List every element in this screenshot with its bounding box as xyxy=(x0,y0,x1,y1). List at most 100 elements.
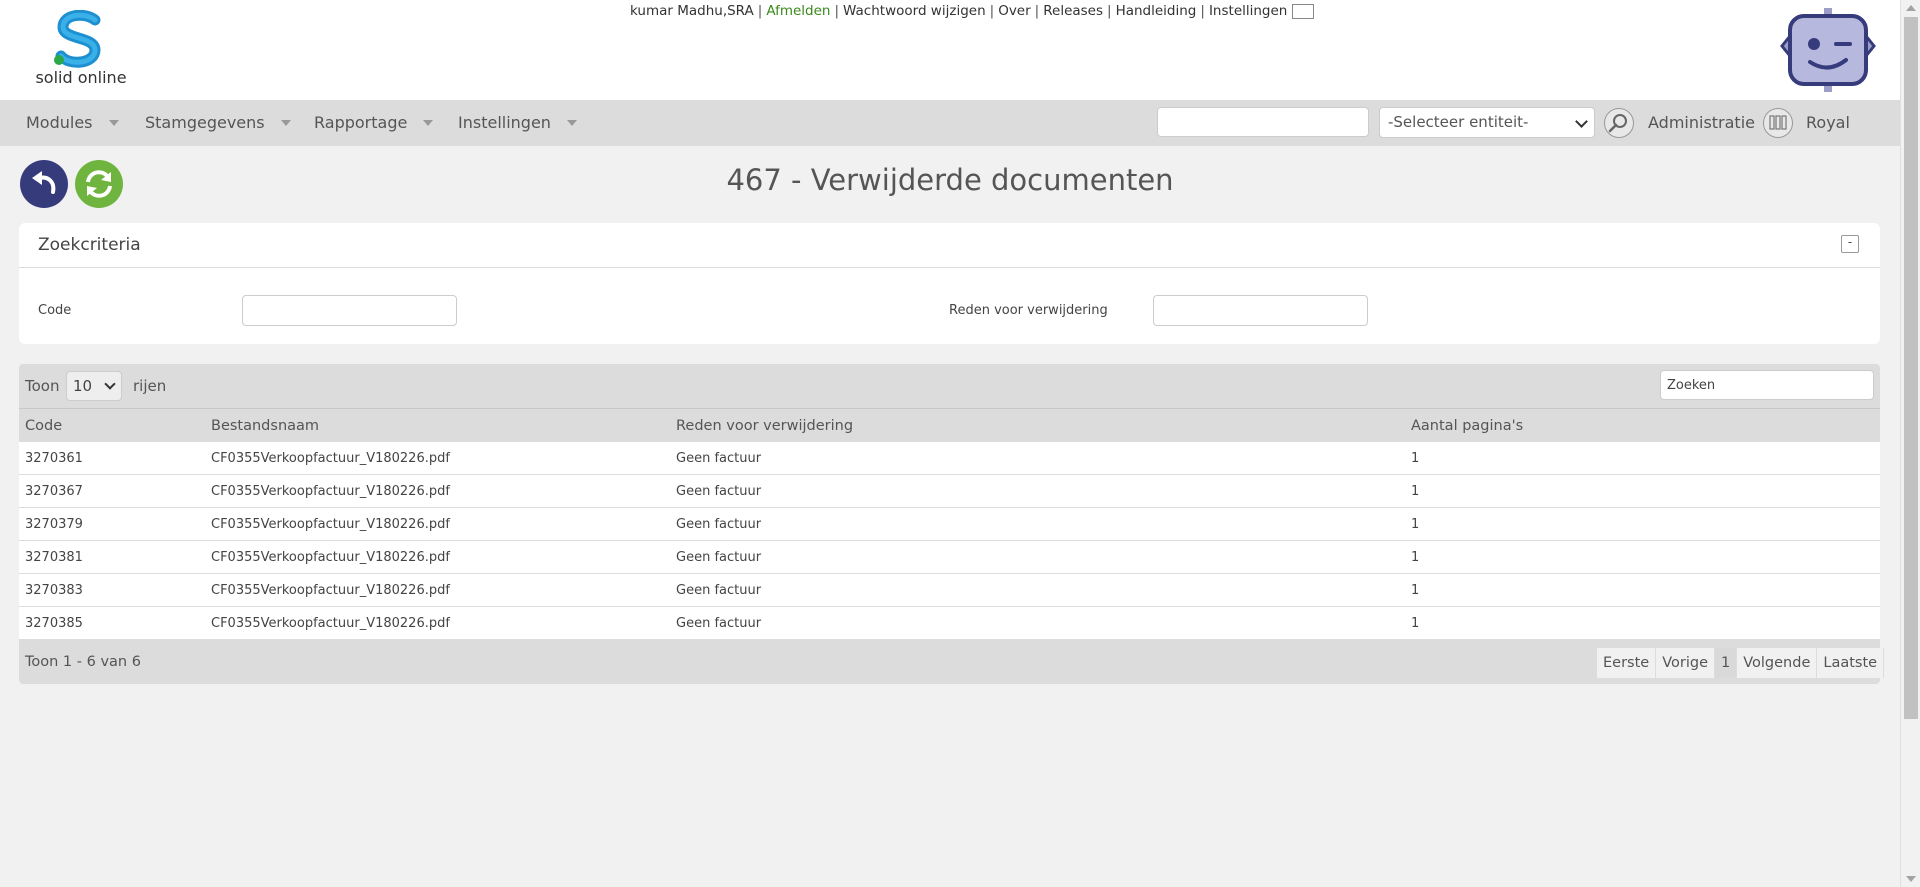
table-row[interactable]: 3270379 CF0355Verkoopfactuur_V180226.pdf… xyxy=(19,508,1880,541)
table-search-input[interactable]: Zoeken xyxy=(1660,370,1874,400)
table-footer: Toon 1 - 6 van 6 Eerste Vorige 1 Volgend… xyxy=(19,640,1885,684)
page-last-button[interactable]: Laatste xyxy=(1817,648,1885,678)
administration-label[interactable]: Administratie xyxy=(1648,113,1755,132)
separator: | xyxy=(1200,3,1205,19)
documents-table-panel: Toon 10 rijen Zoeken Code Bestandsnaam R… xyxy=(19,364,1885,684)
scroll-up-arrow-icon[interactable] xyxy=(1906,5,1916,11)
code-label: Code xyxy=(38,303,72,318)
page-prev-button[interactable]: Vorige xyxy=(1656,648,1715,678)
cell-filename: CF0355Verkoopfactuur_V180226.pdf xyxy=(211,484,450,499)
entity-select-value: -Selecteer entiteit- xyxy=(1388,113,1529,131)
cell-filename: CF0355Verkoopfactuur_V180226.pdf xyxy=(211,616,450,631)
table-row[interactable]: 3270361 CF0355Verkoopfactuur_V180226.pdf… xyxy=(19,442,1880,475)
top-links: kumar Madhu,SRA | Afmelden | Wachtwoord … xyxy=(630,3,1315,19)
chevron-down-icon xyxy=(104,378,116,390)
column-header-code[interactable]: Code xyxy=(25,418,62,434)
company-switch-button[interactable] xyxy=(1763,108,1793,138)
table-row[interactable]: 3270367 CF0355Verkoopfactuur_V180226.pdf… xyxy=(19,475,1880,508)
cell-code: 3270367 xyxy=(25,484,83,499)
magnifier-icon xyxy=(1608,114,1627,133)
cell-reason: Geen factuur xyxy=(676,484,762,499)
reason-label: Reden voor verwijdering xyxy=(949,303,1108,318)
rows-per-page-select[interactable]: 10 xyxy=(66,371,122,401)
nav-modules-label: Modules xyxy=(26,113,93,132)
table-header: Code Bestandsnaam Reden voor verwijderin… xyxy=(19,408,1880,442)
cell-filename: CF0355Verkoopfactuur_V180226.pdf xyxy=(211,550,450,565)
main-nav: Modules Stamgegevens Rapportage Instelli… xyxy=(0,100,1900,146)
robot-mascot-icon[interactable] xyxy=(1780,6,1876,94)
nav-rapportage-label: Rapportage xyxy=(314,113,408,132)
user-name: kumar Madhu,SRA xyxy=(630,3,754,19)
column-header-filename[interactable]: Bestandsnaam xyxy=(211,418,319,434)
pagination-info: Toon 1 - 6 van 6 xyxy=(25,654,141,670)
binders-icon xyxy=(1769,115,1787,130)
cell-reason: Geen factuur xyxy=(676,583,762,598)
scroll-down-arrow-icon[interactable] xyxy=(1906,876,1916,882)
cell-pages: 1 xyxy=(1411,616,1420,631)
settings-link[interactable]: Instellingen xyxy=(1209,3,1287,19)
solid-online-logo[interactable]: solid online xyxy=(33,10,129,90)
cell-reason: Geen factuur xyxy=(676,550,762,565)
page-first-button[interactable]: Eerste xyxy=(1597,648,1657,678)
releases-link[interactable]: Releases xyxy=(1043,3,1103,19)
criteria-title: Zoekcriteria xyxy=(38,235,141,255)
caret-down-icon xyxy=(566,119,577,126)
reason-input[interactable] xyxy=(1153,295,1368,326)
nav-stamgegevens[interactable]: Stamgegevens xyxy=(145,113,291,132)
column-header-reason[interactable]: Reden voor verwijdering xyxy=(676,418,853,434)
cell-code: 3270381 xyxy=(25,550,83,565)
dutch-flag-icon[interactable] xyxy=(1292,3,1315,19)
change-password-link[interactable]: Wachtwoord wijzigen xyxy=(843,3,986,19)
cell-pages: 1 xyxy=(1411,517,1420,532)
cell-reason: Geen factuur xyxy=(676,616,762,631)
cell-filename: CF0355Verkoopfactuur_V180226.pdf xyxy=(211,583,450,598)
logout-link[interactable]: Afmelden xyxy=(766,3,830,19)
code-input[interactable] xyxy=(242,295,457,326)
scrollbar-thumb[interactable] xyxy=(1904,17,1918,719)
cell-pages: 1 xyxy=(1411,550,1420,565)
cell-reason: Geen factuur xyxy=(676,451,762,466)
nav-rapportage[interactable]: Rapportage xyxy=(314,113,434,132)
cell-filename: CF0355Verkoopfactuur_V180226.pdf xyxy=(211,517,450,532)
cell-code: 3270383 xyxy=(25,583,83,598)
nav-stamgegevens-label: Stamgegevens xyxy=(145,113,265,132)
table-row[interactable]: 3270383 CF0355Verkoopfactuur_V180226.pdf… xyxy=(19,574,1880,607)
table-row[interactable]: 3270381 CF0355Verkoopfactuur_V180226.pdf… xyxy=(19,541,1880,574)
separator: | xyxy=(989,3,995,19)
separator: | xyxy=(757,3,763,19)
separator: | xyxy=(834,3,840,19)
search-button[interactable] xyxy=(1604,108,1634,138)
manual-link[interactable]: Handleiding xyxy=(1116,3,1197,19)
cell-code: 3270379 xyxy=(25,517,83,532)
caret-down-icon xyxy=(423,119,434,126)
column-header-pages[interactable]: Aantal pagina's xyxy=(1411,418,1523,434)
page-scrollbar[interactable] xyxy=(1900,0,1920,887)
rows-label: rijen xyxy=(133,377,167,395)
page-current-button[interactable]: 1 xyxy=(1715,648,1738,678)
logo-text: solid online xyxy=(35,68,127,87)
cell-code: 3270385 xyxy=(25,616,83,631)
table-row[interactable]: 3270385 CF0355Verkoopfactuur_V180226.pdf… xyxy=(19,607,1880,640)
entity-select[interactable]: -Selecteer entiteit- xyxy=(1379,107,1595,138)
about-link[interactable]: Over xyxy=(998,3,1030,19)
search-criteria-panel: Zoekcriteria - Code Reden voor verwijder… xyxy=(19,223,1880,344)
cell-pages: 1 xyxy=(1411,484,1420,499)
caret-down-icon xyxy=(280,119,291,126)
rows-per-page-value: 10 xyxy=(73,377,93,395)
separator: | xyxy=(1034,3,1040,19)
header: solid online kumar Madhu,SRA | Afmelden … xyxy=(0,0,1900,100)
logo-s-icon xyxy=(54,10,101,68)
nav-instellingen-label: Instellingen xyxy=(458,113,551,132)
page-next-button[interactable]: Volgende xyxy=(1737,648,1818,678)
cell-pages: 1 xyxy=(1411,583,1420,598)
page-title: 467 - Verwijderde documenten xyxy=(726,163,1174,197)
nav-modules[interactable]: Modules xyxy=(26,113,119,132)
nav-instellingen[interactable]: Instellingen xyxy=(458,113,577,132)
cell-filename: CF0355Verkoopfactuur_V180226.pdf xyxy=(211,451,450,466)
caret-down-icon xyxy=(108,119,119,126)
company-name[interactable]: Royal xyxy=(1806,113,1850,132)
collapse-button[interactable]: - xyxy=(1841,235,1859,253)
chevron-down-icon xyxy=(1575,115,1588,128)
divider xyxy=(19,267,1880,268)
nav-search-input[interactable] xyxy=(1157,107,1369,137)
